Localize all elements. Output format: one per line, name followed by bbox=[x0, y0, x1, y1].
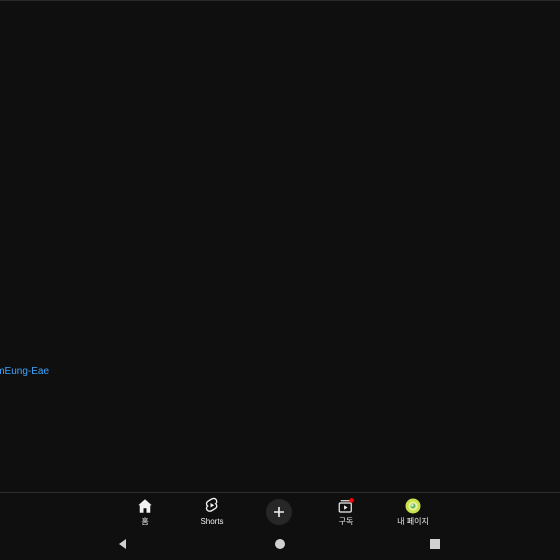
avatar-icon bbox=[405, 498, 421, 514]
home-circle-icon[interactable] bbox=[273, 537, 287, 551]
nav-my-page-label: 내 페이지 bbox=[397, 517, 429, 526]
nav-my-page[interactable]: 내 페이지 bbox=[385, 495, 441, 529]
shorts-icon bbox=[205, 497, 218, 512]
subscriptions-icon bbox=[338, 498, 354, 513]
back-icon[interactable] bbox=[116, 537, 130, 551]
nav-shorts[interactable]: Shorts bbox=[184, 495, 240, 529]
nav-home-label: 홈 bbox=[141, 517, 149, 526]
recents-icon[interactable] bbox=[428, 537, 442, 551]
nav-subscriptions[interactable]: 구독 bbox=[318, 495, 374, 529]
nav-subscriptions-label: 구독 bbox=[338, 517, 354, 526]
top-divider bbox=[0, 0, 560, 1]
channel-link[interactable]: imEung-Eae bbox=[0, 366, 49, 378]
nav-shorts-label: Shorts bbox=[200, 517, 224, 526]
nav-home[interactable]: 홈 bbox=[117, 495, 173, 529]
bottom-navigation: 홈 Shorts 구독 내 페이지 bbox=[0, 492, 560, 531]
home-icon bbox=[138, 499, 152, 513]
create-button[interactable] bbox=[266, 499, 292, 525]
system-navigation-bar bbox=[0, 531, 560, 560]
plus-icon bbox=[274, 507, 284, 517]
